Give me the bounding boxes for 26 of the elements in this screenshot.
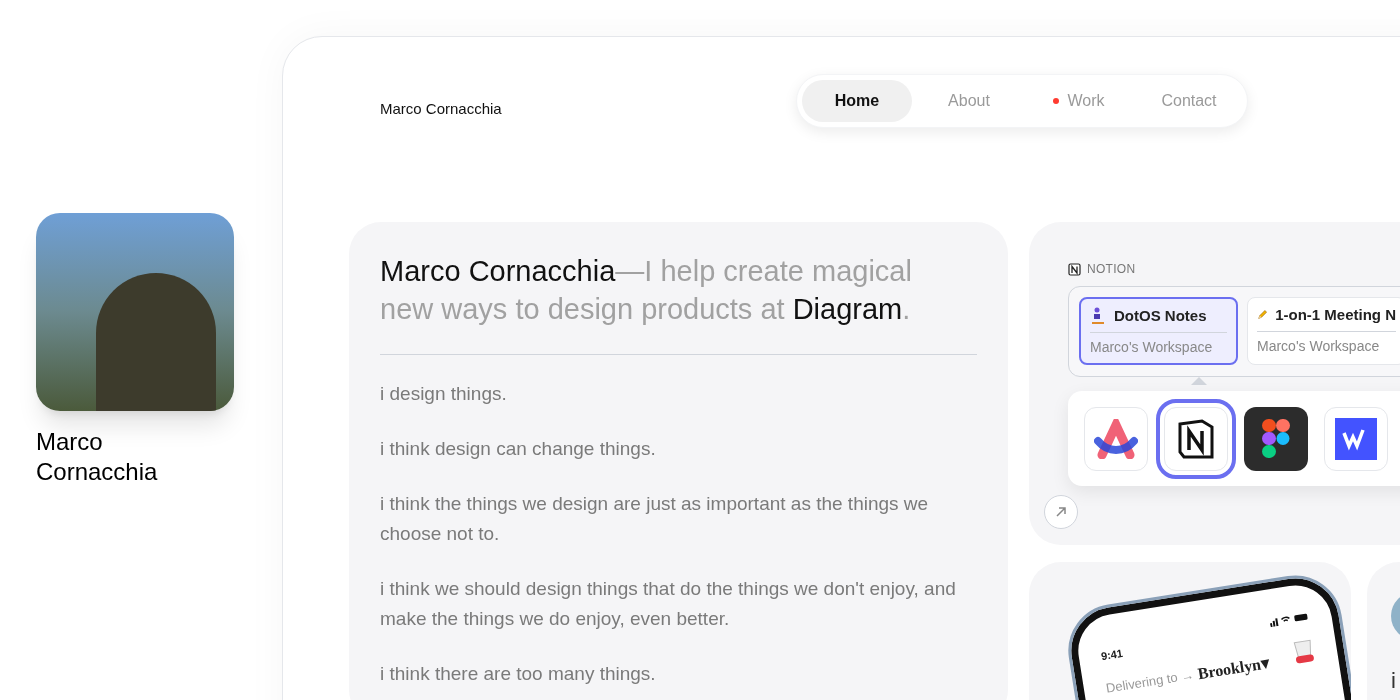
page-title: 1-on-1 Meeting N: [1275, 305, 1396, 325]
workspace-name: Marco's Workspace: [1257, 336, 1381, 356]
paragraph: i think the things we design are just as important as the things we choose not to.: [380, 492, 930, 546]
nav-tab[interactable]: Home: [802, 80, 912, 122]
delivery-label: Delivering to →: [1104, 666, 1196, 698]
paragraph: i think we should design things that do the things we don't enjoy, and make the things we do enjoy, even better.: [380, 577, 957, 631]
paragraph: i design things.: [380, 382, 508, 406]
a-logo-icon[interactable]: [1084, 406, 1148, 471]
page-title: DotOS Notes: [1114, 306, 1207, 326]
workspace-name: Marco's Workspace: [1090, 337, 1214, 357]
profile-name: Marco Cornacchia: [36, 427, 159, 487]
site-name[interactable]: Marco Cornacchia: [380, 81, 796, 121]
notion-logo-icon: [1068, 262, 1081, 276]
paragraph: i think design can change things.: [380, 437, 657, 461]
card-text: i: [1391, 668, 1397, 694]
page-item[interactable]: 1-on-1 Meeting N Marco's Workspace: [1247, 297, 1400, 365]
figma-logo-icon[interactable]: [1244, 406, 1308, 471]
figure-icon: [1090, 307, 1106, 326]
arrow-icon: [1054, 505, 1068, 519]
headline: Marco Cornacchia—I help create magical new ways to design products at Diagram.: [380, 252, 977, 355]
paragraph: i think there are too many things.: [380, 662, 657, 686]
app-label: NOTION: [1087, 261, 1136, 278]
w-logo-icon[interactable]: [1324, 406, 1388, 471]
page-item[interactable]: DotOS Notes Marco's Workspace: [1079, 297, 1238, 365]
clock-time: 9:41: [1099, 645, 1125, 665]
city-selector[interactable]: Brooklyn▾: [1196, 652, 1271, 684]
